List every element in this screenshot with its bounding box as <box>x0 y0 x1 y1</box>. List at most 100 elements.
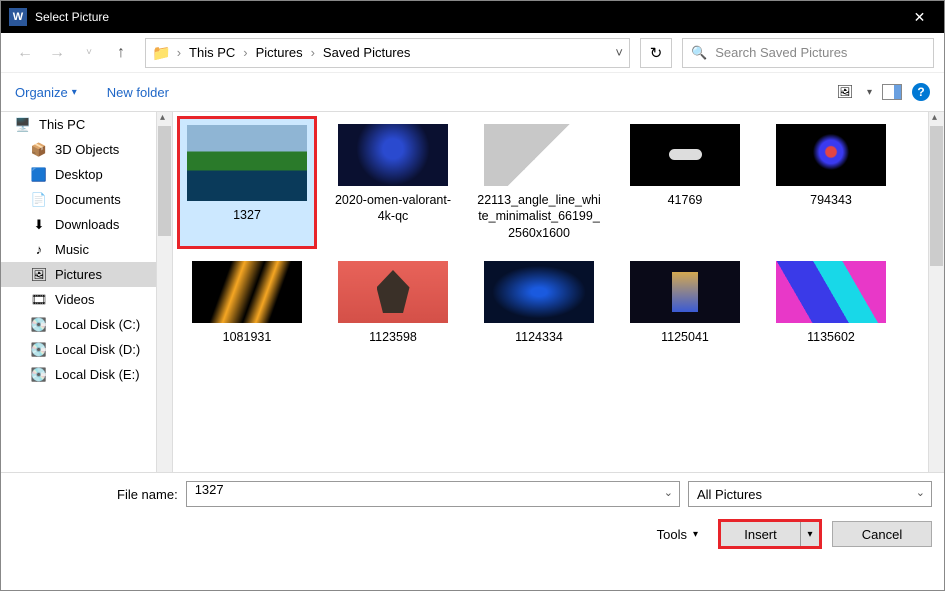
insert-label: Insert <box>721 522 801 546</box>
sidebar-item-label: Pictures <box>55 267 102 282</box>
sidebar-item-label: Documents <box>55 192 121 207</box>
word-icon: W <box>9 8 27 26</box>
file-name-label: 1125041 <box>661 329 709 345</box>
crumb-this-pc[interactable]: This PC <box>185 45 239 60</box>
folder-type-icon: 🖥️ <box>15 117 31 133</box>
file-item[interactable]: 1123598 <box>323 253 463 353</box>
folder-type-icon: ⬇ <box>31 217 47 233</box>
file-type-filter[interactable]: All Pictures ⌄ <box>688 481 932 507</box>
sidebar-item-label: This PC <box>39 117 85 132</box>
sidebar-item-local-disk-d-[interactable]: 💽 Local Disk (D:) <box>1 337 172 362</box>
file-item[interactable]: 1125041 <box>615 253 755 353</box>
search-input[interactable]: 🔍 Search Saved Pictures <box>682 38 934 68</box>
sidebar-item-label: Music <box>55 242 89 257</box>
file-thumbnail <box>187 125 307 201</box>
folder-type-icon: 📄 <box>31 192 47 208</box>
file-thumbnail <box>776 261 886 323</box>
sidebar-item-documents[interactable]: 📄 Documents <box>1 187 172 212</box>
folder-icon: 📁 <box>152 44 171 62</box>
help-button[interactable]: ? <box>912 83 930 101</box>
file-name-value: 1327 <box>195 482 224 497</box>
content-scrollbar[interactable] <box>928 112 944 472</box>
search-icon: 🔍 <box>691 45 707 61</box>
file-name-label: 22113_angle_line_white_minimalist_66199_… <box>476 192 602 241</box>
file-item[interactable]: 22113_angle_line_white_minimalist_66199_… <box>469 116 609 249</box>
insert-button[interactable]: Insert ▾ <box>718 519 822 549</box>
folder-type-icon: 💽 <box>31 367 47 383</box>
file-thumbnail <box>484 124 594 186</box>
sidebar-item-desktop[interactable]: 🟦 Desktop <box>1 162 172 187</box>
titlebar: W Select Picture ✕ <box>1 1 944 33</box>
breadcrumb[interactable]: 📁 › This PC › Pictures › Saved Pictures … <box>145 38 630 68</box>
file-name-label: 1123598 <box>369 329 417 345</box>
back-button[interactable]: ← <box>11 39 39 67</box>
new-folder-button[interactable]: New folder <box>107 85 169 100</box>
file-name-label: 41769 <box>668 192 703 208</box>
chevron-right-icon[interactable]: › <box>311 45 315 60</box>
file-thumbnail <box>630 124 740 186</box>
file-name-label: File name: <box>117 487 178 502</box>
file-item[interactable]: 41769 <box>615 116 755 249</box>
organize-label: Organize <box>15 85 68 100</box>
sidebar-item-pictures[interactable]: 🖼 Pictures <box>1 262 172 287</box>
file-name-label: 1081931 <box>223 329 272 345</box>
organize-menu[interactable]: Organize ▾ <box>15 85 77 100</box>
sidebar-item-3d-objects[interactable]: 📦3D Objects <box>1 137 172 162</box>
crumb-pictures[interactable]: Pictures <box>252 45 307 60</box>
tools-menu[interactable]: Tools ▾ <box>657 527 698 542</box>
sidebar-item-local-disk-e-[interactable]: 💽 Local Disk (E:) <box>1 362 172 387</box>
view-mode-button[interactable]: 🖼 <box>833 83 857 101</box>
sidebar-item-downloads[interactable]: ⬇Downloads <box>1 212 172 237</box>
sidebar-item-label: Local Disk (D:) <box>55 342 140 357</box>
sidebar-scrollbar[interactable] <box>156 112 172 472</box>
sidebar-item-local-disk-c-[interactable]: 💽 Local Disk (C:) <box>1 312 172 337</box>
sidebar-item-this-pc[interactable]: 🖥️ This PC <box>1 112 172 137</box>
file-thumbnail <box>192 261 302 323</box>
file-item[interactable]: 2020-omen-valorant-4k-qc <box>323 116 463 249</box>
chevron-down-icon: ▾ <box>693 529 698 540</box>
folder-type-icon: 🟦 <box>31 167 47 183</box>
close-button[interactable]: ✕ <box>897 1 942 33</box>
file-item[interactable]: 1327 <box>177 116 317 249</box>
chevron-down-icon: ▾ <box>72 87 77 98</box>
cancel-label: Cancel <box>862 527 902 542</box>
insert-dropdown[interactable]: ▾ <box>801 529 819 540</box>
file-name-label: 2020-omen-valorant-4k-qc <box>330 192 456 225</box>
breadcrumb-dropdown[interactable]: ˅ <box>615 45 623 60</box>
sidebar-item-label: Local Disk (C:) <box>55 317 140 332</box>
folder-type-icon: ♪ <box>31 242 47 257</box>
sidebar-item-music[interactable]: ♪ Music <box>1 237 172 262</box>
file-thumbnail <box>776 124 886 186</box>
file-item[interactable]: 794343 <box>761 116 901 249</box>
file-item[interactable]: 1081931 <box>177 253 317 353</box>
navbar: ← → ˅ ↑ 📁 › This PC › Pictures › Saved P… <box>1 33 944 73</box>
recent-dropdown[interactable]: ˅ <box>75 39 103 67</box>
folder-type-icon: 💽 <box>31 317 47 333</box>
cancel-button[interactable]: Cancel <box>832 521 932 547</box>
folder-type-icon: 💽 <box>31 342 47 358</box>
file-item[interactable]: 1135602 <box>761 253 901 353</box>
file-thumbnail <box>484 261 594 323</box>
footer: File name: 1327 ⌄ All Pictures ⌄ Tools ▾… <box>1 473 944 563</box>
body: 🖥️ This PC 📦3D Objects 🟦 Desktop 📄 Documents ⬇D… <box>1 111 944 473</box>
search-placeholder: Search Saved Pictures <box>715 45 847 60</box>
filter-value: All Pictures <box>697 487 762 502</box>
chevron-right-icon[interactable]: › <box>177 45 181 60</box>
sidebar-item-label: Desktop <box>55 167 103 182</box>
refresh-button[interactable]: ↻ <box>640 38 672 68</box>
chevron-down-icon[interactable]: ⌄ <box>916 486 925 499</box>
file-item[interactable]: 1124334 <box>469 253 609 353</box>
folder-type-icon: 🖼 <box>31 267 47 283</box>
up-button[interactable]: ↑ <box>107 39 135 67</box>
toolbar: Organize ▾ New folder 🖼 ▾ ? <box>1 73 944 111</box>
chevron-right-icon[interactable]: › <box>243 45 247 60</box>
preview-pane-button[interactable] <box>882 84 902 100</box>
chevron-down-icon[interactable]: ⌄ <box>664 486 673 499</box>
forward-button[interactable]: → <box>43 39 71 67</box>
sidebar-item-videos[interactable]: 🎞Videos <box>1 287 172 312</box>
crumb-saved-pictures[interactable]: Saved Pictures <box>319 45 414 60</box>
chevron-down-icon[interactable]: ▾ <box>867 87 872 98</box>
sidebar-item-label: Local Disk (E:) <box>55 367 140 382</box>
window-title: Select Picture <box>35 10 897 24</box>
file-name-input[interactable]: 1327 ⌄ <box>186 481 680 507</box>
